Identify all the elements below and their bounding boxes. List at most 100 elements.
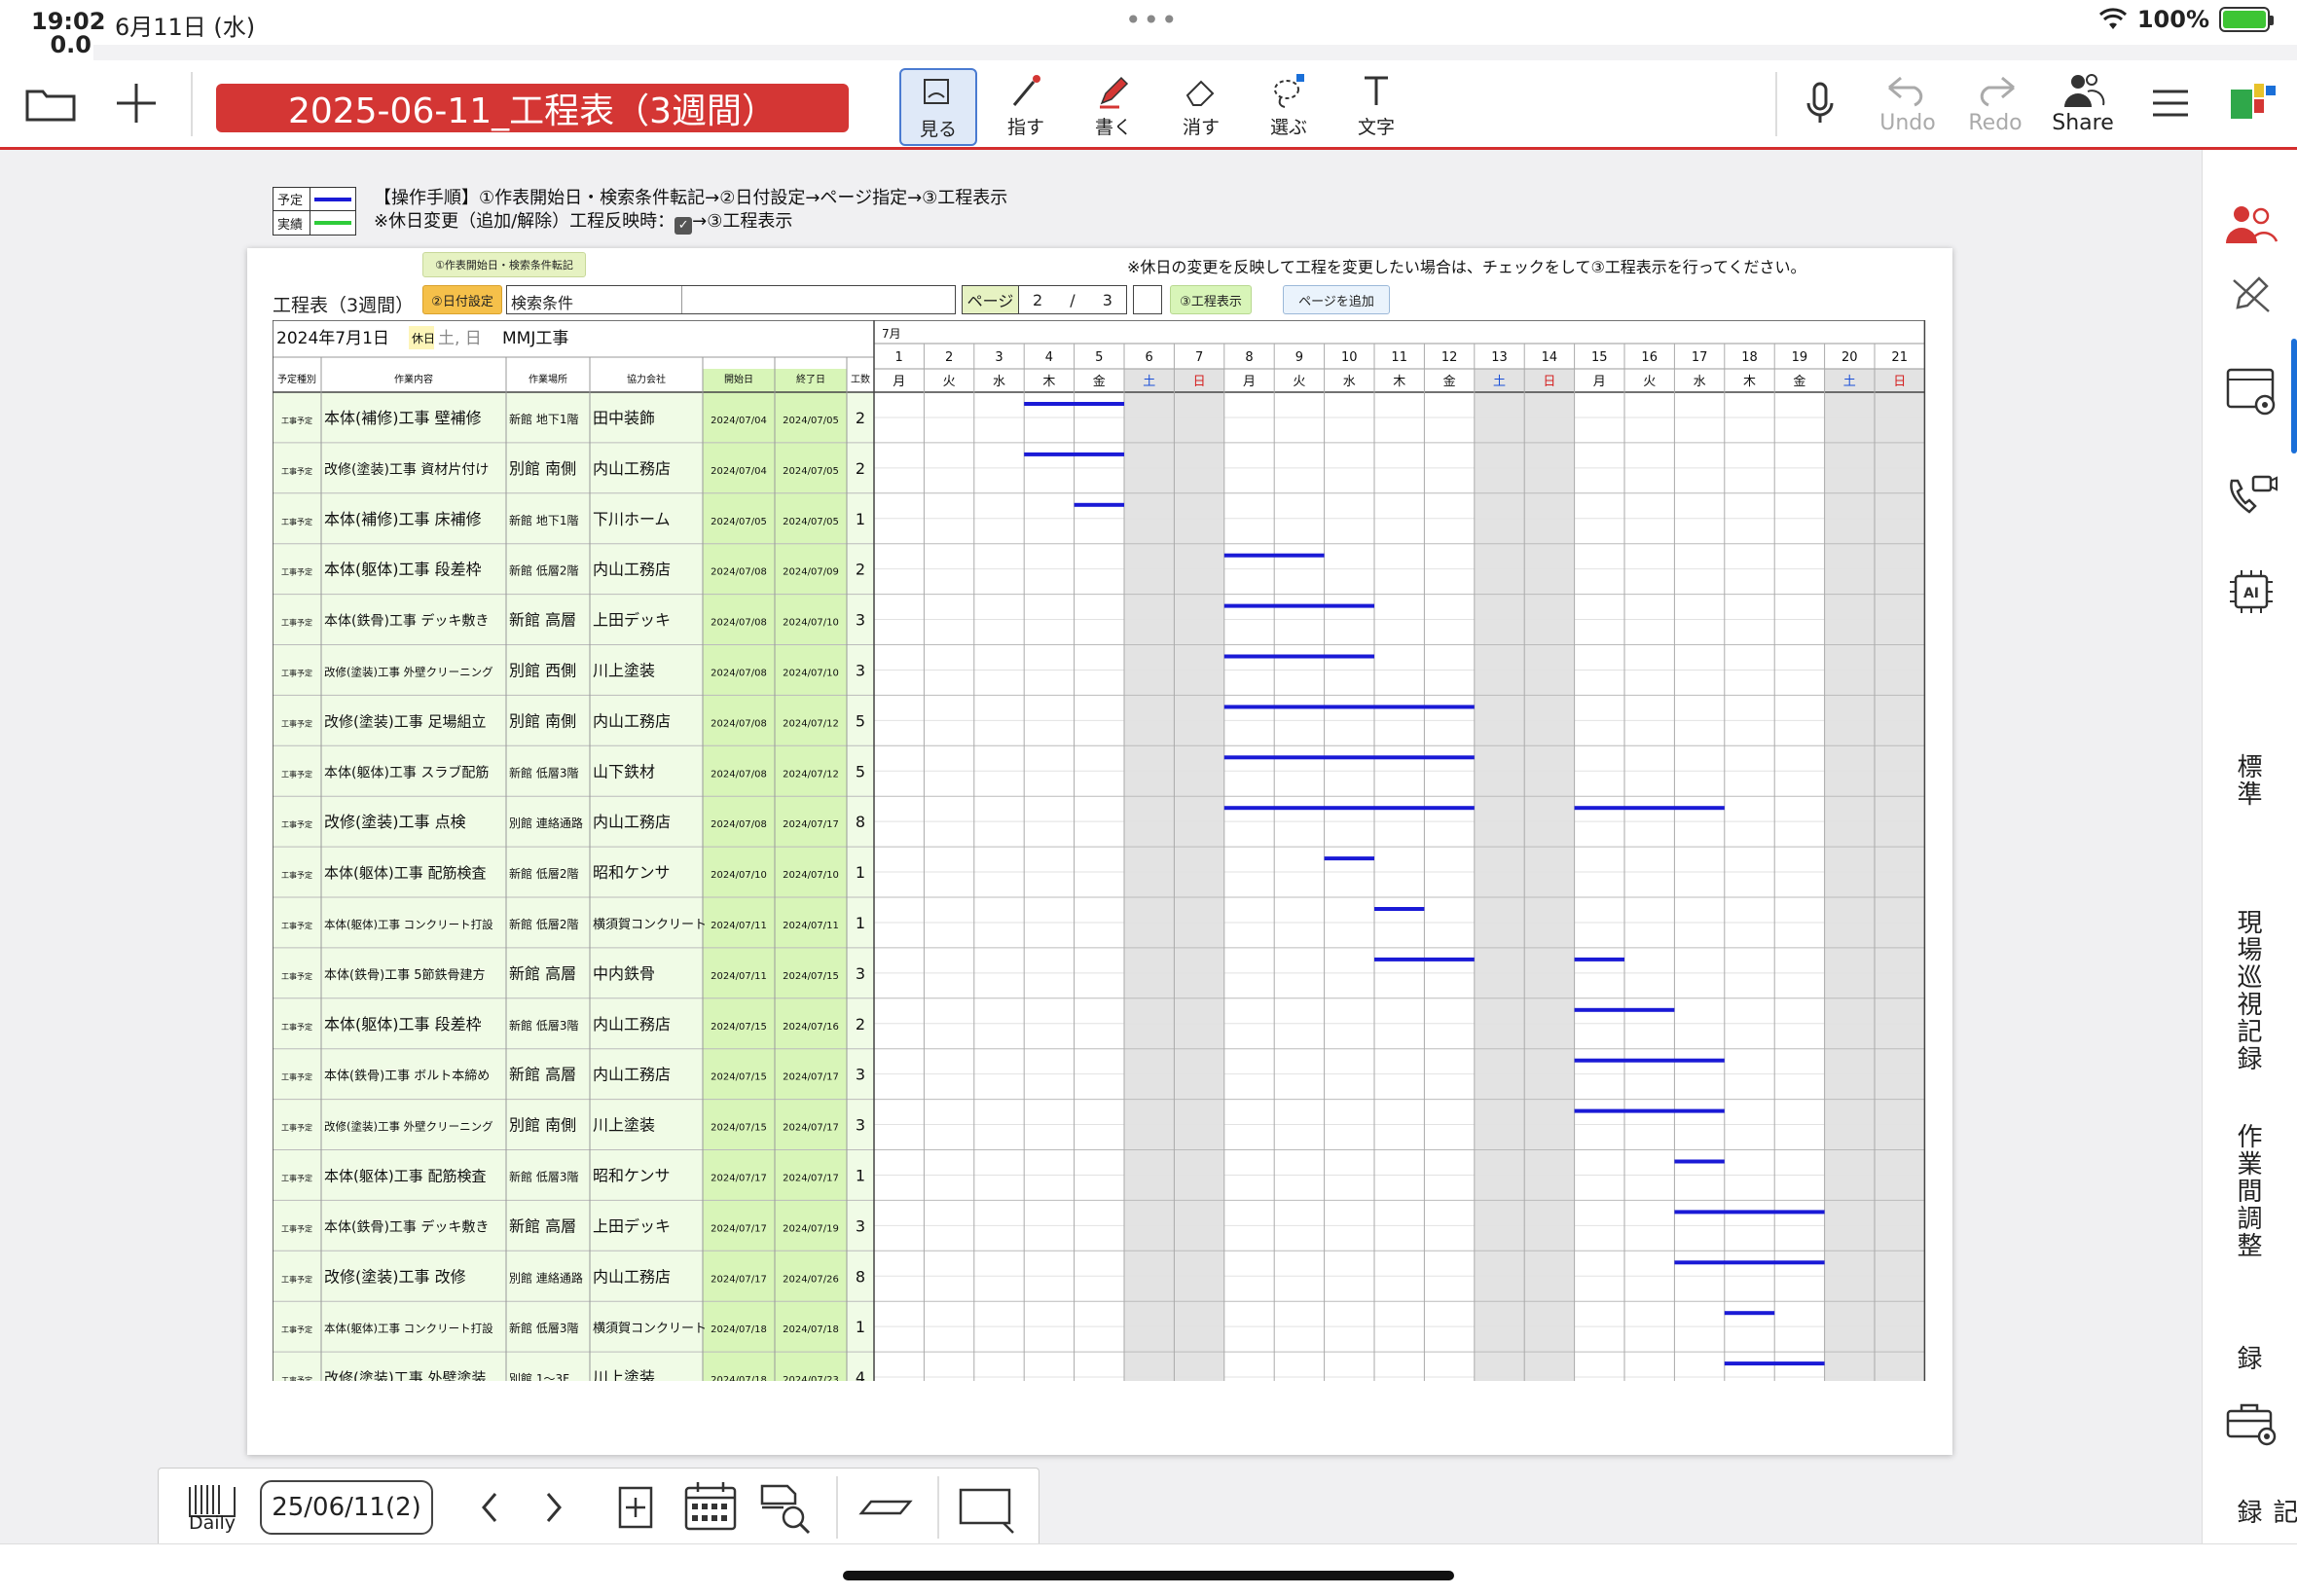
folder-icon[interactable]	[21, 74, 80, 132]
task-place: 別館 連絡通路	[509, 1270, 583, 1285]
task-place: 新館 高層	[509, 964, 576, 983]
share-button[interactable]: Share	[2044, 66, 2122, 144]
holiday-note: ※休日の変更を反映して工程を変更したい場合は、チェックをして③工程表示を行ってく…	[1127, 258, 1806, 276]
holiday-reflect-checkbox[interactable]	[1133, 285, 1162, 314]
page-current: 2	[1033, 290, 1043, 309]
task-content: 改修(塗装)工事 外壁クリーニング	[324, 1120, 493, 1134]
plan-bar	[1074, 502, 1124, 507]
view-tool[interactable]: 見る	[899, 68, 977, 146]
toolbox-settings-icon[interactable]	[2222, 1392, 2280, 1450]
task-end: 2024/07/05	[783, 517, 839, 527]
point-tool[interactable]: 指す	[987, 68, 1065, 146]
column-header: 協力会社	[627, 373, 666, 385]
plan-bar	[1024, 452, 1124, 456]
page-label: ページ	[963, 286, 1019, 313]
screen-settings-icon[interactable]	[2222, 362, 2280, 420]
task-start: 2024/07/15	[711, 1123, 767, 1134]
task-start: 2024/07/08	[711, 718, 767, 729]
task-partner: 内山工務店	[593, 1015, 671, 1034]
transfer-button[interactable]: ①作表開始日・検索条件転記	[422, 252, 586, 277]
sidebar-tab-standard[interactable]: 標準	[2230, 753, 2266, 808]
rectangle-select-icon[interactable]	[947, 1476, 1025, 1539]
toolbar-divider	[1775, 72, 1777, 136]
daily-button[interactable]: Daily	[178, 1476, 246, 1539]
task-start: 2024/07/08	[711, 668, 767, 678]
text-tool[interactable]: 文字	[1337, 68, 1415, 146]
search-condition[interactable]: 検索条件	[506, 285, 956, 314]
battery-percent: 100%	[2136, 6, 2209, 33]
page-values[interactable]: 2 / 3	[1019, 286, 1126, 313]
day-number: 21	[1891, 350, 1908, 365]
home-indicator[interactable]	[843, 1571, 1454, 1580]
erase-tool[interactable]: 消す	[1162, 68, 1240, 146]
page-selector[interactable]: ページ 2 / 3	[962, 285, 1127, 314]
laser-pointer-icon	[1012, 75, 1040, 106]
task-kind: 工事予定	[281, 517, 312, 526]
write-tool-label: 書く	[1094, 117, 1132, 138]
parallelogram-icon[interactable]	[852, 1476, 920, 1539]
chevron-right-icon[interactable]	[525, 1476, 583, 1539]
weekday-label: 木	[1042, 375, 1055, 389]
task-kind: 工事予定	[281, 870, 312, 880]
day-number: 8	[1245, 350, 1253, 365]
task-days: 1	[856, 914, 865, 932]
video-call-icon[interactable]	[2222, 467, 2280, 526]
document-canvas[interactable]: 予定 実績 【操作手順】①作表開始日・検索条件転記→②日付設定→ページ指定→③工…	[0, 150, 2202, 1543]
calendar-icon[interactable]	[678, 1476, 743, 1539]
microphone-icon[interactable]	[1791, 74, 1849, 132]
wifi-icon	[2098, 8, 2127, 29]
day-number: 17	[1692, 350, 1708, 365]
legend-plan: 予定	[273, 188, 355, 211]
plan-bar	[1674, 1260, 1825, 1265]
weekday-label: 土	[1843, 375, 1856, 389]
schedule-start-date: 2024年7月1日	[276, 329, 389, 348]
holiday-value: 土, 日	[438, 329, 482, 348]
current-date-pill[interactable]: 25/06/11(2)	[260, 1480, 433, 1535]
show-schedule-button[interactable]: ③工程表示	[1170, 285, 1252, 314]
edit-off-icon[interactable]	[2222, 267, 2280, 325]
write-tool[interactable]: 書く	[1075, 68, 1152, 146]
task-partner: 内山工務店	[593, 459, 671, 478]
task-days: 3	[856, 611, 865, 630]
task-content: 本体(補修)工事 壁補修	[324, 409, 482, 427]
redo-button[interactable]: Redo	[1956, 66, 2034, 144]
task-days: 3	[856, 661, 865, 679]
sidebar-tab-site-patrol[interactable]: 現場巡視記録	[2230, 909, 2266, 1072]
weekday-label: 土	[1493, 375, 1506, 389]
task-days: 2	[856, 561, 865, 579]
instructions-line2: ※休日変更（追加/解除）工程反映時： ✓ →③工程表示	[374, 210, 1007, 235]
day-number: 2	[945, 350, 953, 365]
undo-button[interactable]: Undo	[1869, 66, 1947, 144]
sidebar-scrollbar[interactable]	[2291, 339, 2297, 453]
undo-label: Undo	[1879, 111, 1936, 135]
document-title[interactable]: 2025-06-11_工程表（3週間）	[216, 84, 849, 132]
task-days: 5	[856, 711, 865, 730]
day-number: 19	[1792, 350, 1808, 365]
column-header: 開始日	[724, 373, 753, 385]
app-logo-icon[interactable]	[2225, 74, 2283, 132]
add-page-button[interactable]: ページを追加	[1283, 285, 1390, 314]
task-kind: 工事予定	[281, 567, 312, 577]
weekend-column-bg	[1524, 369, 1575, 1402]
day-number: 7	[1195, 350, 1203, 365]
search-condition-value[interactable]	[682, 286, 955, 313]
menu-icon[interactable]	[2141, 74, 2200, 132]
tag-search-icon[interactable]	[754, 1476, 819, 1539]
select-tool[interactable]: 選ぶ	[1250, 68, 1328, 146]
task-end: 2024/07/12	[783, 718, 839, 729]
ai-chip-icon[interactable]: AI	[2222, 562, 2280, 621]
task-place: 別館 1～3F	[509, 1371, 569, 1381]
add-icon[interactable]	[107, 74, 165, 132]
legend-actual-line	[314, 221, 351, 225]
date-setting-button[interactable]: ②日付設定	[422, 285, 502, 314]
chevron-left-icon[interactable]	[460, 1476, 519, 1539]
sidebar-tab-records[interactable]: 記録	[2230, 1499, 2297, 1543]
multitask-dots[interactable]: •••	[1125, 4, 1180, 36]
sidebar-tab-coordination[interactable]: 作業間調整	[2230, 1123, 2266, 1259]
weekday-label: 日	[1893, 375, 1906, 389]
task-content: 本体(躯体)工事 コンクリート打設	[324, 1322, 493, 1335]
users-icon[interactable]	[2222, 197, 2280, 255]
add-page-icon[interactable]	[606, 1476, 665, 1539]
sidebar-tab-record[interactable]: 録	[2230, 1345, 2266, 1372]
bottombar-divider	[836, 1476, 838, 1539]
